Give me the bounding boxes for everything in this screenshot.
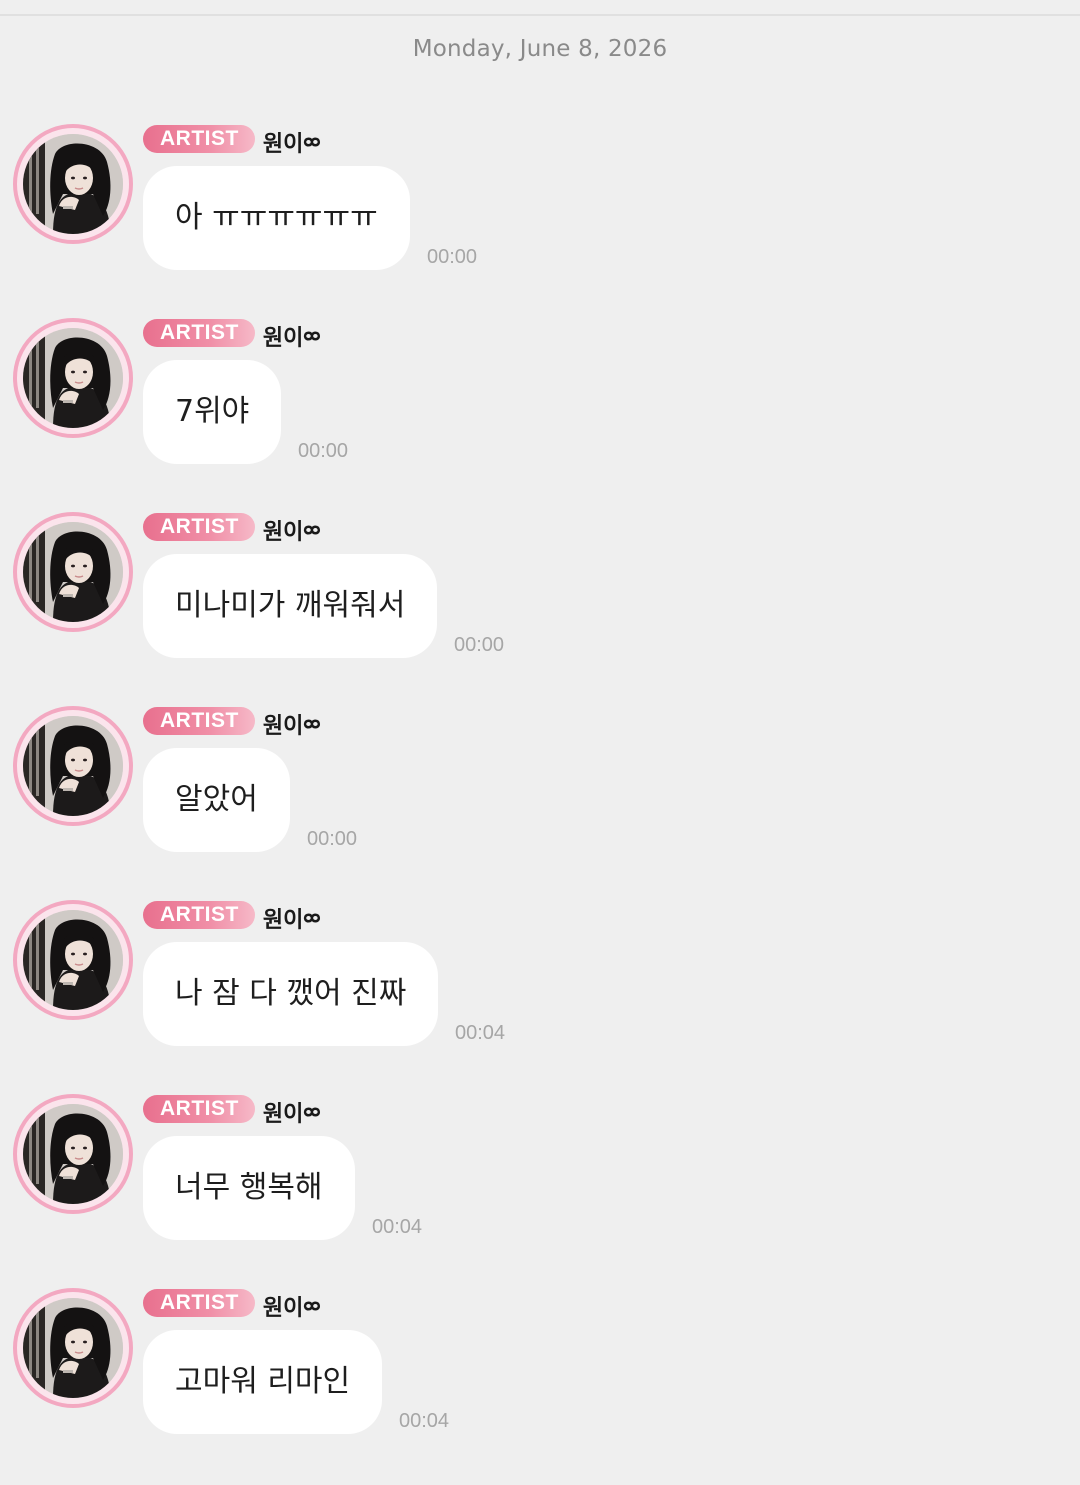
sender-line: ARTIST 원이ᢁ [143, 900, 321, 933]
message-time: 00:04 [372, 1216, 423, 1238]
artist-badge: ARTIST [143, 513, 255, 541]
message-row: ARTIST 원이ᢁ 고마워 리마인 00:04 [0, 1288, 1080, 1482]
sender-name[interactable]: 원이ᢁ [263, 120, 321, 158]
sender-name[interactable]: 원이ᢁ [263, 508, 321, 546]
message-bubble[interactable]: 너무 행복해 [143, 1136, 355, 1240]
avatar-photo [23, 522, 123, 622]
artist-badge: ARTIST [143, 1095, 255, 1123]
avatar[interactable] [13, 1288, 133, 1408]
message-bubble[interactable]: 고마워 리마인 [143, 1330, 383, 1434]
sender-line: ARTIST 원이ᢁ [143, 1094, 321, 1127]
message-row: ARTIST 원이ᢁ 미나미가 깨워줘서 00:00 [0, 512, 1080, 706]
message-time: 00:00 [427, 246, 478, 268]
avatar-photo [23, 1298, 123, 1398]
message-bubble[interactable]: 나 잠 다 깼어 진짜 [143, 942, 439, 1046]
avatar[interactable] [13, 900, 133, 1020]
artist-badge: ARTIST [143, 125, 255, 153]
sender-line: ARTIST 원이ᢁ [143, 318, 321, 351]
artist-badge: ARTIST [143, 319, 255, 347]
avatar[interactable] [13, 512, 133, 632]
avatar-photo [23, 910, 123, 1010]
sender-name[interactable]: 원이ᢁ [263, 1284, 321, 1322]
message-time: 00:00 [298, 440, 349, 462]
avatar[interactable] [13, 1094, 133, 1214]
message-row: ARTIST 원이ᢁ 너무 행복해 00:04 [0, 1094, 1080, 1288]
message-time: 00:00 [454, 634, 505, 656]
message-row: ARTIST 원이ᢁ 아 ㅠㅠㅠㅠㅠㅠ 00:00 [0, 124, 1080, 318]
sender-line: ARTIST 원이ᢁ [143, 124, 321, 157]
avatar-photo [23, 716, 123, 816]
artist-badge: ARTIST [143, 707, 255, 735]
message-row: ARTIST 원이ᢁ 7위야 00:00 [0, 318, 1080, 512]
sender-line: ARTIST 원이ᢁ [143, 706, 321, 739]
avatar-photo [23, 328, 123, 428]
avatar[interactable] [13, 124, 133, 244]
sender-line: ARTIST 원이ᢁ [143, 512, 321, 545]
message-time: 00:04 [455, 1022, 506, 1044]
artist-badge: ARTIST [143, 901, 255, 929]
message-row: ARTIST 원이ᢁ 알았어 00:00 [0, 706, 1080, 900]
message-time: 00:04 [399, 1410, 450, 1432]
avatar-photo [23, 134, 123, 234]
message-list[interactable]: ARTIST 원이ᢁ 아 ㅠㅠㅠㅠㅠㅠ 00:00 ARTIST 원이ᢁ 7위야… [0, 0, 1080, 1485]
message-row: ARTIST 원이ᢁ 나 잠 다 깼어 진짜 00:04 [0, 900, 1080, 1094]
sender-name[interactable]: 원이ᢁ [263, 896, 321, 934]
sender-name[interactable]: 원이ᢁ [263, 314, 321, 352]
message-bubble[interactable]: 알았어 [143, 748, 290, 852]
artist-badge: ARTIST [143, 1289, 255, 1317]
avatar-photo [23, 1104, 123, 1204]
message-bubble[interactable]: 아 ㅠㅠㅠㅠㅠㅠ [143, 166, 410, 270]
message-time: 00:00 [307, 828, 358, 850]
avatar[interactable] [13, 318, 133, 438]
message-bubble[interactable]: 7위야 [143, 360, 282, 464]
sender-name[interactable]: 원이ᢁ [263, 702, 321, 740]
avatar[interactable] [13, 706, 133, 826]
message-bubble[interactable]: 미나미가 깨워줘서 [143, 554, 438, 658]
sender-name[interactable]: 원이ᢁ [263, 1090, 321, 1128]
sender-line: ARTIST 원이ᢁ [143, 1288, 321, 1321]
